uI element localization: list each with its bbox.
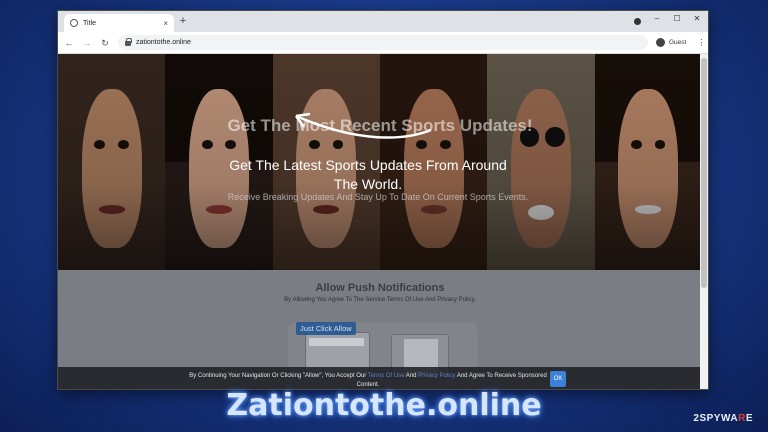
media-indicator-icon[interactable] [634,18,641,25]
browser-window: Title × + – ☐ ✕ ← → ↻ zationtothe.online… [57,10,709,390]
hero-headline: Get The Most Recent Sports Updates! [227,116,533,135]
scrollbar-thumb[interactable] [701,58,707,288]
watermark-accent: R [738,413,746,424]
avatar-icon [656,38,665,47]
back-arrow-icon[interactable]: ← [62,36,76,50]
reload-icon[interactable]: ↻ [98,36,112,50]
site-caption: Zationtothe.online [226,388,542,423]
tab-title: Title [83,19,96,27]
watermark-logo: 2SPYWARE [693,413,753,424]
hero-subheadline: Get The Latest Sports Updates From Aroun… [229,157,507,192]
lock-icon[interactable] [125,38,132,46]
push-subtitle: By Allowing You Agree To The Service Ter… [284,297,476,303]
forward-arrow-icon[interactable]: → [80,36,94,50]
address-bar[interactable]: zationtothe.online [118,35,648,50]
consent-bar: By Continuing Your Navigation Or Clickin… [58,367,702,389]
profile-label: Guest [669,39,687,46]
maximize-button[interactable]: ☐ [671,14,683,23]
privacy-link[interactable]: Privacy Policy [418,373,455,379]
terms-link[interactable]: Terms Of Use [368,373,405,379]
globe-icon [70,19,78,27]
profile-button[interactable]: Guest [656,36,686,49]
browser-tab[interactable]: Title × [64,14,174,32]
tab-close-icon[interactable]: × [163,19,168,28]
consent-text-start: By Continuing Your Navigation Or Clickin… [189,373,367,379]
just-click-allow-badge: Just Click Allow [296,322,356,335]
push-title: Allow Push Notifications [315,282,445,294]
watermark-suffix: E [745,413,753,424]
address-text[interactable]: zationtothe.online [136,39,191,46]
consent-text-and: And [405,373,417,379]
tab-strip: Title × + – ☐ ✕ [58,11,708,32]
minimize-button[interactable]: – [651,14,663,23]
close-window-button[interactable]: ✕ [691,14,703,23]
hero-tagline: Receive Breaking Updates And Stay Up To … [227,192,529,202]
scrollbar[interactable] [700,54,708,389]
new-tab-button[interactable]: + [177,14,189,28]
page-viewport: Get The Most Recent Sports Updates! Get … [58,54,702,389]
browser-toolbar: ← → ↻ zationtothe.online Guest ⋮ [58,32,708,54]
ok-button[interactable]: OK [550,371,566,387]
watermark-prefix: 2SPYWA [693,413,739,424]
kebab-menu-icon[interactable]: ⋮ [697,38,705,47]
